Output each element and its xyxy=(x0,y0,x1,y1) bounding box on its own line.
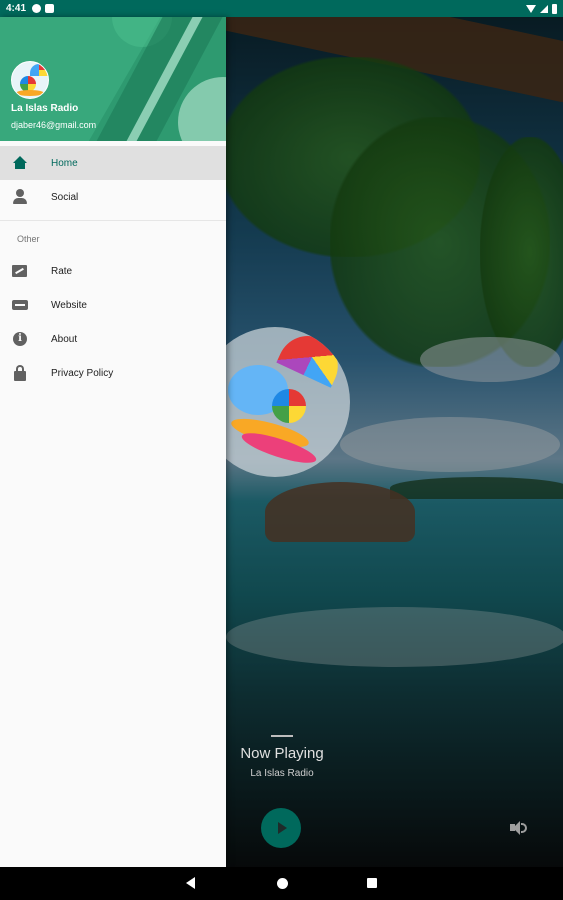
menu-item-website[interactable]: Website xyxy=(0,288,226,322)
web-icon xyxy=(12,297,28,313)
divider xyxy=(271,735,293,737)
lock-icon xyxy=(12,365,28,381)
home-icon xyxy=(12,155,28,171)
person-icon xyxy=(12,189,28,205)
sim-icon xyxy=(45,4,55,13)
header-email: djaber46@gmail.com xyxy=(11,120,97,130)
section-label-other: Other xyxy=(17,234,40,244)
now-playing-title: Now Playing xyxy=(240,745,324,762)
menu-item-label: Home xyxy=(51,157,78,169)
menu-item-label: About xyxy=(51,333,78,345)
drawer-header: La Islas Radio djaber46@gmail.com xyxy=(0,17,226,141)
menu-item-social[interactable]: Social xyxy=(0,180,226,214)
app-notification-icon xyxy=(32,4,42,13)
recents-icon[interactable] xyxy=(367,878,377,888)
info-icon: i xyxy=(12,331,28,347)
avatar[interactable] xyxy=(11,61,49,99)
cell-signal-icon xyxy=(540,4,548,13)
menu-item-label: Website xyxy=(51,299,87,311)
menu-item-label: Social xyxy=(51,191,79,203)
menu-item-rate[interactable]: Rate xyxy=(0,254,226,288)
status-time: 4:41 xyxy=(6,3,27,14)
menu-item-label: Rate xyxy=(51,265,73,277)
wifi-icon xyxy=(526,4,536,13)
now-playing-info: Now Playing La Islas Radio xyxy=(226,735,338,779)
battery-icon xyxy=(552,3,557,14)
menu-item-label: Privacy Policy xyxy=(51,367,114,379)
play-button[interactable] xyxy=(261,808,301,848)
play-icon xyxy=(278,822,287,834)
menu-item-privacy-policy[interactable]: Privacy Policy xyxy=(0,356,226,390)
menu-item-about[interactable]: i About xyxy=(0,322,226,356)
status-bar: 4:41 xyxy=(0,0,563,17)
system-nav-bar xyxy=(0,867,563,900)
rate-review-icon xyxy=(12,263,28,279)
menu-item-home[interactable]: Home xyxy=(0,146,226,180)
volume-button[interactable] xyxy=(510,820,528,836)
volume-icon xyxy=(513,821,520,835)
back-icon[interactable] xyxy=(186,877,195,889)
station-name: La Islas Radio xyxy=(250,768,314,779)
home-circle-icon[interactable] xyxy=(277,878,288,889)
navigation-drawer: La Islas Radio djaber46@gmail.com Home S… xyxy=(0,17,226,867)
header-name: La Islas Radio xyxy=(11,103,79,114)
drawer-menu: Home Social Other Rate Website i About P… xyxy=(0,146,226,390)
